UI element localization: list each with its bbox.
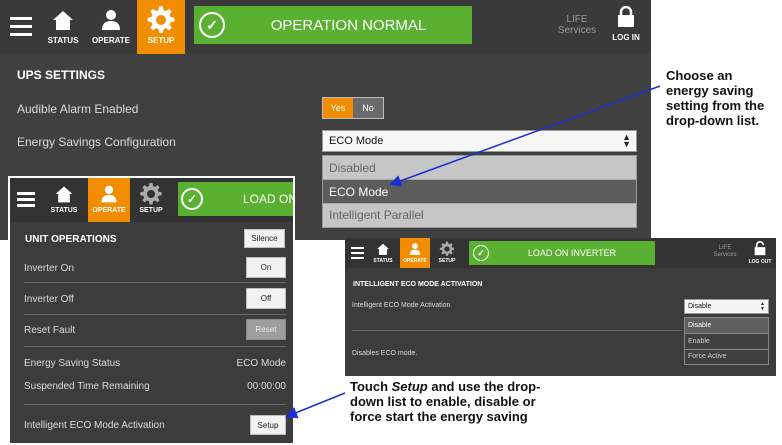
reset-fault-label: Reset Fault bbox=[24, 325, 76, 336]
tab-operate-label: OPERATE bbox=[91, 36, 131, 45]
logout-button[interactable]: LOG OUT bbox=[745, 241, 775, 265]
setup-button[interactable]: Setup bbox=[250, 415, 286, 435]
tab-setup-label: SETUP bbox=[147, 36, 175, 45]
option-disabled[interactable]: Disabled bbox=[323, 156, 636, 180]
tab-setup[interactable]: SETUP bbox=[137, 0, 185, 54]
inverter-on-label: Inverter On bbox=[24, 263, 75, 274]
option-enable[interactable]: Enable bbox=[685, 334, 768, 350]
tab-status-label: STATUS bbox=[373, 258, 393, 264]
tab-operate[interactable]: OPERATE bbox=[400, 238, 430, 268]
unit-operations-title: UNIT OPERATIONS bbox=[25, 234, 117, 245]
alarm-toggle[interactable]: Yes No bbox=[322, 97, 384, 119]
check-circle-icon: ✓ bbox=[473, 245, 489, 261]
menu-icon[interactable] bbox=[10, 17, 32, 37]
logout-label: LOG OUT bbox=[748, 259, 772, 265]
inverter-off-button[interactable]: Off bbox=[246, 288, 286, 309]
life-text: LIFE bbox=[566, 14, 588, 25]
tab-operate-label: OPERATE bbox=[403, 258, 427, 264]
energy-savings-select[interactable]: ECO Mode ▲ ▼ bbox=[322, 130, 637, 152]
tab-status[interactable]: STATUS bbox=[369, 238, 397, 268]
check-circle-icon: ✓ bbox=[199, 12, 225, 38]
operator-icon bbox=[99, 184, 119, 204]
tab-setup[interactable]: SETUP bbox=[132, 178, 170, 222]
energy-savings-dropdown: Disabled ECO Mode Intelligent Parallel bbox=[322, 155, 637, 228]
tab-setup[interactable]: SETUP bbox=[434, 238, 460, 268]
tab-operate[interactable]: OPERATE bbox=[88, 0, 134, 54]
home-icon bbox=[54, 184, 74, 204]
tab-status[interactable]: STATUS bbox=[45, 178, 83, 222]
ieco-mode-panel: STATUS OPERATE SETUP ✓ LOAD ON INVERTER … bbox=[345, 238, 776, 376]
home-icon bbox=[376, 242, 390, 256]
option-force-active[interactable]: Force Active bbox=[685, 350, 768, 364]
page-title: UPS SETTINGS bbox=[17, 68, 106, 82]
menu-icon[interactable] bbox=[351, 247, 364, 259]
services-text: Services bbox=[557, 25, 597, 36]
operator-icon bbox=[99, 8, 123, 32]
top-nav-bar: STATUS OPERATE SETUP ✓ LOAD ON INVERTER … bbox=[345, 238, 776, 268]
alarm-no-option[interactable]: No bbox=[353, 98, 383, 118]
updown-chevron-icon: ▲ ▼ bbox=[622, 132, 631, 149]
tab-setup-label: SETUP bbox=[438, 258, 456, 264]
reset-button[interactable]: Reset bbox=[246, 319, 286, 340]
life-text: LIFE bbox=[718, 245, 732, 251]
silence-button[interactable]: Silence bbox=[244, 229, 285, 248]
status-banner-text: OPERATION NORMAL bbox=[270, 16, 427, 34]
top-callout-text: Choose an energy saving setting from the… bbox=[666, 68, 765, 128]
operator-icon bbox=[408, 242, 422, 256]
bottom-callout-pre: Touch bbox=[350, 379, 392, 394]
ieco-select-value: Disable bbox=[688, 303, 712, 310]
status-banner: ✓ LOAD ON bbox=[178, 182, 295, 216]
ieco-dropdown: Disable Enable Force Active bbox=[684, 317, 769, 365]
tab-status[interactable]: STATUS bbox=[42, 0, 84, 54]
status-banner-text: LOAD ON bbox=[243, 192, 295, 206]
tab-operate-label: OPERATE bbox=[92, 207, 126, 214]
home-icon bbox=[51, 8, 75, 32]
top-nav-bar: STATUS OPERATE SETUP ✓ LOAD ON bbox=[10, 178, 293, 222]
ieco-title: INTELLIGENT ECO MODE ACTIVATION bbox=[353, 281, 483, 288]
inverter-on-button[interactable]: On bbox=[246, 257, 286, 278]
gear-icon bbox=[439, 241, 455, 257]
energy-savings-select-value: ECO Mode bbox=[329, 135, 384, 147]
unit-operations-panel: STATUS OPERATE SETUP ✓ LOAD ON UNIT OPER… bbox=[8, 176, 295, 445]
energy-savings-label: Energy Savings Configuration bbox=[17, 135, 176, 149]
life-services-logo: LIFE Services bbox=[552, 14, 602, 36]
check-circle-icon: ✓ bbox=[181, 188, 203, 210]
services-text: Services bbox=[713, 251, 737, 258]
updown-chevron-icon: ▲ ▼ bbox=[760, 301, 765, 312]
alarm-yes-option[interactable]: Yes bbox=[323, 98, 353, 118]
ieco-activation-label: Intelligent ECO Mode Activation bbox=[24, 420, 165, 431]
tab-setup-label: SETUP bbox=[139, 207, 163, 214]
bottom-callout-arrow bbox=[285, 392, 346, 419]
status-banner: ✓ OPERATION NORMAL bbox=[194, 6, 472, 44]
bottom-callout-em: Setup bbox=[391, 379, 428, 394]
suspended-time-label: Suspended Time Remaining bbox=[24, 381, 150, 392]
tab-operate[interactable]: OPERATE bbox=[88, 178, 130, 222]
menu-icon[interactable] bbox=[17, 192, 35, 208]
lock-icon bbox=[618, 6, 634, 27]
bottom-callout-text: Touch Setup and use the drop-down list t… bbox=[350, 379, 570, 424]
option-intelligent-parallel[interactable]: Intelligent Parallel bbox=[323, 204, 636, 227]
ieco-activation-label: Intelligent ECO Mode Activation bbox=[352, 302, 451, 309]
ieco-description: Disables ECO mode. bbox=[352, 350, 418, 357]
energy-saving-status-value: ECO Mode bbox=[236, 358, 286, 369]
option-disable[interactable]: Disable bbox=[685, 318, 768, 334]
tab-status-label: STATUS bbox=[47, 36, 79, 45]
gear-icon bbox=[139, 182, 163, 206]
login-label: LOG IN bbox=[612, 33, 640, 42]
login-button[interactable]: LOG IN bbox=[606, 6, 646, 42]
tab-status-label: STATUS bbox=[50, 207, 78, 214]
life-services-logo: LIFE Services bbox=[707, 245, 743, 258]
unlock-icon bbox=[754, 241, 766, 256]
status-banner-text: LOAD ON INVERTER bbox=[527, 248, 617, 258]
audible-alarm-label: Audible Alarm Enabled bbox=[17, 102, 139, 116]
status-banner: ✓ LOAD ON INVERTER bbox=[469, 241, 655, 265]
gear-icon bbox=[146, 5, 176, 35]
top-nav-bar: STATUS OPERATE SETUP ✓ OPERATION NORMAL … bbox=[0, 0, 651, 54]
inverter-off-label: Inverter Off bbox=[24, 294, 74, 305]
suspended-time-value: 00:00:00 bbox=[247, 381, 286, 392]
ieco-activation-select[interactable]: Disable ▲ ▼ bbox=[684, 299, 769, 314]
option-eco-mode[interactable]: ECO Mode bbox=[323, 180, 636, 204]
energy-saving-status-label: Energy Saving Status bbox=[24, 358, 121, 369]
